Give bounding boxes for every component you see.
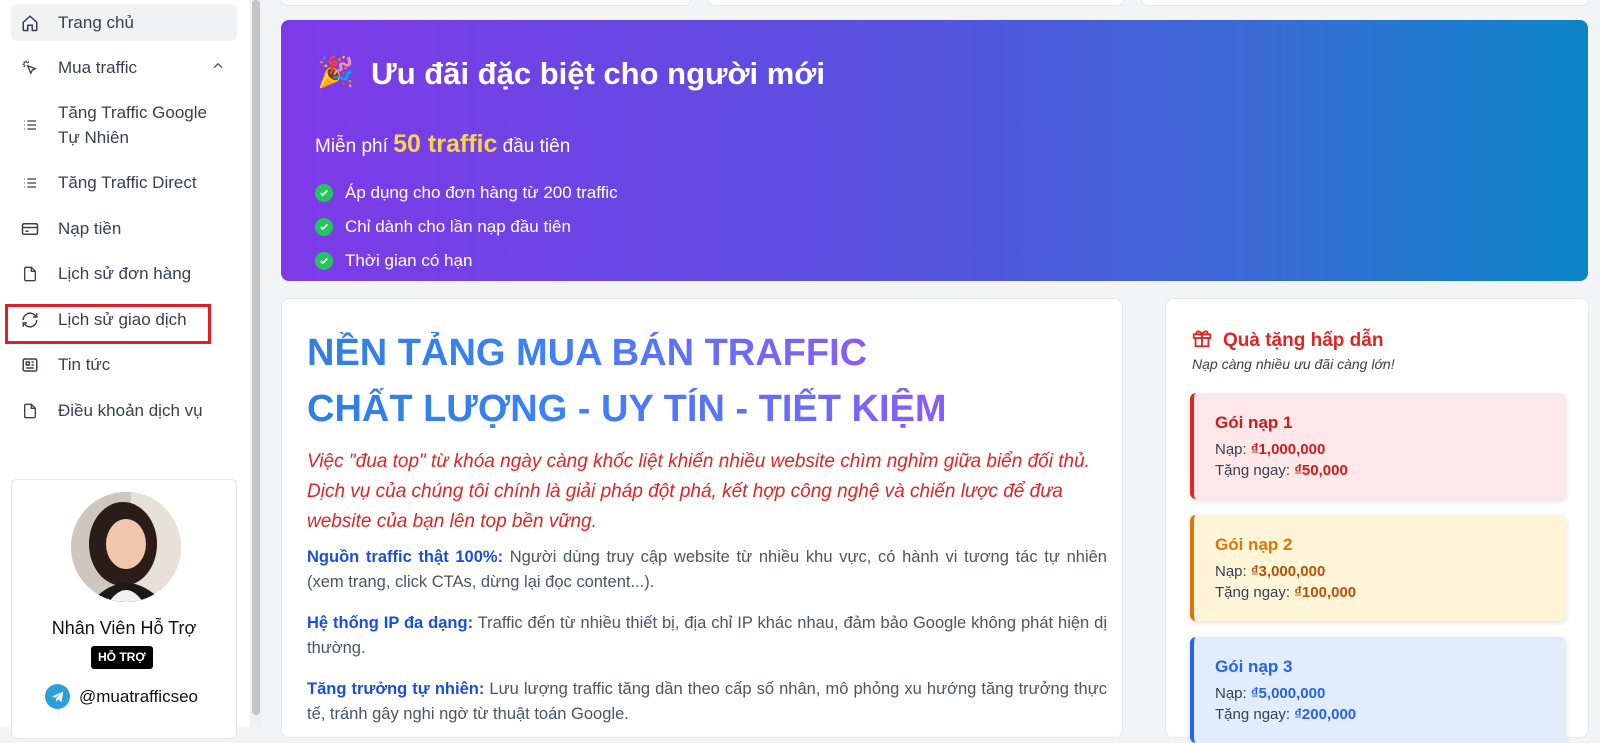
- newspaper-icon: [20, 355, 40, 375]
- promo-bullet: Thời gian có hạn: [315, 244, 618, 278]
- promo-bullet: Áp dụng cho đơn hàng từ 200 traffic: [315, 176, 618, 210]
- hero-title-line2: CHẤT LƯỢNG - UY TÍN - TIẾT KIỆM: [307, 388, 947, 430]
- telegram-icon: [45, 684, 70, 709]
- sidebar-item-news[interactable]: Tin tức: [11, 346, 237, 383]
- bonus-value: ₫200,000: [1294, 706, 1357, 723]
- package-name: Gói nạp 1: [1215, 413, 1293, 432]
- sidebar-item-label: Điều khoản dịch vụ: [58, 400, 203, 420]
- top-card: [281, 0, 691, 6]
- package-deposit: Nạp: ₫5,000,000: [1215, 685, 1325, 702]
- home-icon: [20, 13, 40, 33]
- deposit-label: Nạp:: [1215, 563, 1247, 580]
- sidebar: Trang chủ Mua traffic Tăng Traffic Googl…: [0, 0, 250, 739]
- deposit-value: ₫1,000,000: [1250, 441, 1326, 458]
- package-name: Gói nạp 3: [1215, 657, 1293, 676]
- feature-paragraph: Hệ thống IP đa dạng: Traffic đến từ nhiề…: [307, 611, 1107, 661]
- telegram-handle: @muatrafficseo: [79, 686, 198, 706]
- highlight-box: [5, 304, 211, 344]
- list-icon: [20, 173, 40, 193]
- lead-paragraph: Việc "đua top" từ khóa ngày càng khốc li…: [307, 451, 1090, 532]
- sidebar-item-label: Trang chủ: [58, 12, 134, 32]
- credit-card-icon: [20, 219, 40, 239]
- file-icon: [20, 264, 40, 284]
- check-circle-icon: [315, 184, 333, 202]
- promo-bullet: Chỉ dành cho lần nạp đầu tiên: [315, 210, 618, 244]
- sidebar-item-label-2: Tự Nhiên: [58, 128, 129, 147]
- package-bonus: Tặng ngay: ₫200,000: [1215, 706, 1356, 723]
- file-icon: [20, 401, 40, 421]
- package-name: Gói nạp 2: [1215, 535, 1293, 554]
- promo-sub-suffix: đầu tiên: [502, 136, 571, 157]
- gift-title: Quà tặng hấp dẫn: [1191, 327, 1383, 355]
- package-bonus: Tặng ngay: ₫100,000: [1215, 584, 1356, 601]
- check-circle-icon: [315, 252, 333, 270]
- chevron-up-icon[interactable]: [211, 58, 225, 78]
- bonus-value: ₫100,000: [1294, 584, 1357, 601]
- support-card: Nhân Viên Hỗ Trợ HỖ TRỢ @muatrafficseo: [11, 479, 237, 739]
- feature-heading: Hệ thống IP đa dạng:: [307, 614, 474, 632]
- package-card[interactable]: Gói nạp 1 Nạp: ₫1,000,000 Tặng ngay: ₫50…: [1190, 393, 1566, 499]
- gift-subtitle: Nạp càng nhiều ưu đãi càng lớn!: [1192, 356, 1395, 372]
- package-bonus: Tặng ngay: ₫50,000: [1215, 462, 1348, 479]
- promo-title: Ưu đãi đặc biệt cho người mới: [371, 56, 825, 91]
- sidebar-item-buy-traffic[interactable]: Mua traffic: [11, 49, 237, 86]
- feature-paragraph: Nguồn traffic thật 100%: Người dùng truy…: [307, 545, 1107, 595]
- sidebar-item-label: Mua traffic: [58, 57, 138, 77]
- promo-sub-highlight: 50 traffic: [393, 130, 498, 158]
- deposit-label: Nạp:: [1215, 441, 1247, 458]
- feature-heading: Nguồn traffic thật 100%:: [307, 548, 504, 566]
- intro-card: NỀN TẢNG MUA BÁN TRAFFIC CHẤT LƯỢNG - UY…: [281, 298, 1123, 738]
- sidebar-item-label: Tăng Traffic Direct: [58, 172, 197, 192]
- promo-sub-prefix: Miễn phí: [315, 136, 388, 157]
- avatar: [71, 492, 181, 602]
- promo-bullet-text: Chỉ dành cho lần nạp đầu tiên: [345, 217, 571, 236]
- promo-subtitle: Miễn phí 50 traffic đầu tiên: [315, 130, 570, 159]
- sidebar-item-label: Tăng Traffic Google: [58, 103, 207, 122]
- package-deposit: Nạp: ₫3,000,000: [1215, 563, 1325, 580]
- promo-bullet-text: Áp dụng cho đơn hàng từ 200 traffic: [345, 183, 618, 202]
- package-card[interactable]: Gói nạp 2 Nạp: ₫3,000,000 Tặng ngay: ₫10…: [1190, 515, 1566, 621]
- feature-paragraph: Tăng trưởng tự nhiên: Lưu lượng traffic …: [307, 677, 1107, 727]
- deposit-label: Nạp:: [1215, 685, 1247, 702]
- sidebar-item-google-traffic[interactable]: Tăng Traffic Google Tự Nhiên: [11, 97, 237, 153]
- feature-heading: Tăng trưởng tự nhiên:: [307, 680, 485, 698]
- gift-title-text: Quà tặng hấp dẫn: [1223, 330, 1384, 351]
- support-badge: HỖ TRỢ: [91, 646, 153, 669]
- sidebar-item-direct-traffic[interactable]: Tăng Traffic Direct: [11, 164, 237, 201]
- sidebar-item-label: Nạp tiền: [58, 218, 122, 238]
- hero-title-line1: NỀN TẢNG MUA BÁN TRAFFIC: [307, 332, 868, 374]
- sidebar-item-terms[interactable]: Điều khoản dịch vụ: [11, 392, 237, 429]
- sidebar-item-label: Tin tức: [58, 354, 111, 374]
- top-card: [1141, 0, 1589, 6]
- sidebar-item-label: Lịch sử đơn hàng: [58, 263, 192, 283]
- bonus-label: Tặng ngay:: [1215, 462, 1291, 479]
- sidebar-item-home[interactable]: Trang chủ: [11, 4, 237, 41]
- bonus-label: Tặng ngay:: [1215, 584, 1291, 601]
- deposit-value: ₫3,000,000: [1250, 563, 1326, 580]
- deposit-value: ₫5,000,000: [1250, 685, 1326, 702]
- promo-bullet-text: Thời gian có hạn: [345, 251, 473, 270]
- sidebar-item-order-history[interactable]: Lịch sử đơn hàng: [11, 255, 237, 292]
- bonus-label: Tặng ngay:: [1215, 706, 1291, 723]
- party-popper-icon: 🎉: [317, 56, 355, 89]
- gift-icon: [1191, 327, 1213, 355]
- scrollbar-thumb[interactable]: [252, 0, 260, 715]
- top-card: [708, 0, 1124, 6]
- check-circle-icon: [315, 218, 333, 236]
- sidebar-item-deposit[interactable]: Nạp tiền: [11, 210, 237, 247]
- package-card[interactable]: Gói nạp 3 Nạp: ₫5,000,000 Tặng ngay: ₫20…: [1190, 637, 1566, 743]
- promo-banner: 🎉 Ưu đãi đặc biệt cho người mới Miễn phí…: [281, 20, 1588, 281]
- list-icon: [20, 115, 40, 135]
- cursor-click-icon: [20, 58, 40, 78]
- bonus-value: ₫50,000: [1294, 462, 1348, 479]
- telegram-link[interactable]: @muatrafficseo: [45, 684, 198, 709]
- support-name: Nhân Viên Hỗ Trợ: [51, 618, 197, 638]
- promo-bullets: Áp dụng cho đơn hàng từ 200 traffic Chỉ …: [315, 176, 618, 278]
- package-deposit: Nạp: ₫1,000,000: [1215, 441, 1325, 458]
